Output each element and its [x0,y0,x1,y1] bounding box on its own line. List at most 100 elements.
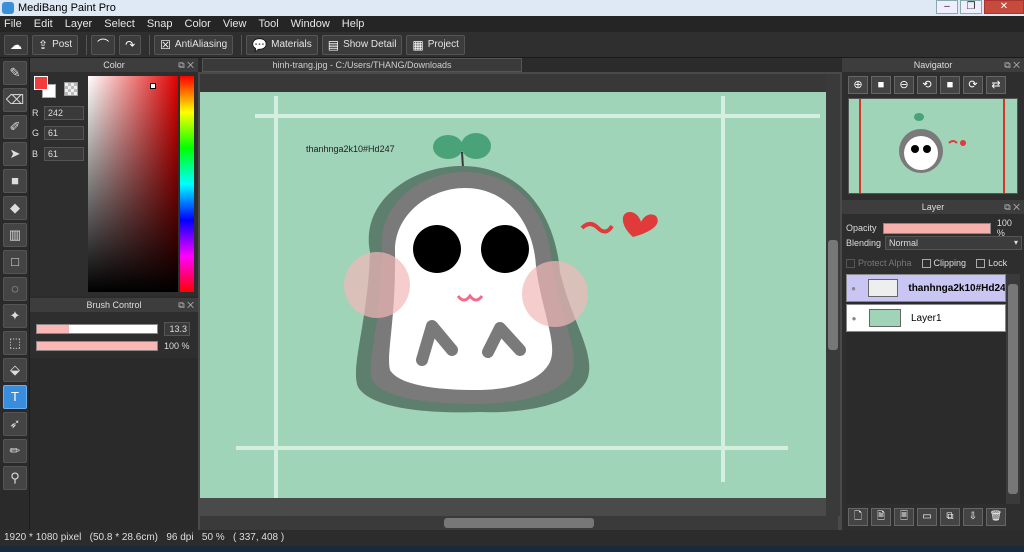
panel-close-icon[interactable]: ⧉ ✕ [1004,58,1020,72]
rect-select-tool-icon[interactable]: □ [3,250,27,274]
select-eraser-tool-icon[interactable]: ⬙ [3,358,27,382]
cloud-button[interactable]: ☁ [4,34,28,55]
gradient-tool-icon[interactable]: ▥ [3,223,27,247]
layer-opacity-row: Opacity 100 % [846,218,1022,238]
menu-snap[interactable]: Snap [147,18,173,30]
rotate-left-icon[interactable]: ⟲ [917,76,937,94]
menu-edit[interactable]: Edit [34,18,53,30]
operation-tool-icon[interactable]: ➶ [3,412,27,436]
new-8bit-layer-icon[interactable]: 🗏 [894,508,914,526]
lasso-tool-icon[interactable]: ◌ [3,277,27,301]
new-folder-icon[interactable]: ▭ [917,508,937,526]
magic-wand-tool-icon[interactable]: ✦ [3,304,27,328]
close-button[interactable]: ✕ [984,0,1024,14]
show-detail-button[interactable]: ▤ Show Detail [321,34,403,55]
navigator-preview[interactable] [848,98,1018,194]
layer-opacity-slider[interactable] [882,222,991,234]
reset-view-icon[interactable]: ■ [940,76,960,94]
blending-mode-select[interactable]: Normal ▾ [885,236,1022,250]
layer-item-text[interactable]: ● thanhnga2k10#Hd247 [846,274,1006,302]
fill-rect-tool-icon[interactable]: ■ [3,169,27,193]
green-row: G 61 [32,126,84,140]
zoom-out-icon[interactable]: ⊖ [894,76,914,94]
hue-slider[interactable] [180,76,194,292]
top-toolbar: ☁ ⇪ Post ⌒ ↷ ☒ AntiAliasing 💬 Materials ▤ Sh… [0,32,1024,58]
panel-close-icon[interactable]: ⧉ ✕ [178,58,194,72]
panel-close-icon[interactable]: ⧉ ✕ [178,298,194,312]
move-tool-icon[interactable]: ➤ [3,142,27,166]
menu-file[interactable]: File [4,18,22,30]
clipping-checkbox[interactable]: Clipping [921,258,966,268]
visibility-icon[interactable]: ● [847,284,860,293]
new-layer-icon[interactable]: 🗋 [848,508,868,526]
brush-tool-icon[interactable]: ✎ [3,61,27,85]
post-button[interactable]: ⇪ Post [32,34,79,55]
foreground-color-swatch[interactable] [34,76,48,90]
stroke-correction-button[interactable]: ⌒ [91,34,116,55]
layer-item-layer1[interactable]: ● Layer1 [846,304,1006,332]
menu-layer[interactable]: Layer [65,18,93,30]
red-value-field[interactable]: 242 [44,106,84,120]
materials-button[interactable]: 💬 Materials [246,34,318,55]
menu-view[interactable]: View [223,18,247,30]
vertical-scroll-thumb[interactable] [828,240,838,350]
text-tool-icon[interactable]: T [3,385,27,409]
menu-window[interactable]: Window [291,18,330,30]
maximize-button[interactable]: ❐ [960,0,982,14]
merge-down-icon[interactable]: ⇩ [963,508,983,526]
visibility-icon[interactable]: ● [847,314,861,323]
vertical-scrollbar[interactable] [826,74,840,516]
lock-checkbox[interactable]: Lock [976,258,1007,268]
rotate-right-icon[interactable]: ⟳ [963,76,983,94]
brush-opacity-slider[interactable] [36,341,158,351]
flip-horizontal-icon[interactable]: ⇄ [986,76,1006,94]
brush-control-header: Brush Control ⧉ ✕ [30,298,198,312]
saturation-value-picker[interactable] [88,76,178,292]
fit-icon[interactable]: ■ [871,76,891,94]
protect-alpha-checkbox[interactable]: Protect Alpha [846,258,912,268]
detail-icon: ▤ [327,37,340,52]
tilde-mark [580,222,614,234]
project-button[interactable]: ▦ Project [406,34,465,55]
layer-thumbnail [868,279,899,297]
horizontal-scrollbar[interactable] [200,516,838,530]
antialiasing-toggle[interactable]: ☒ AntiAliasing [154,34,234,55]
select-pen-tool-icon[interactable]: ⬚ [3,331,27,355]
menu-select[interactable]: Select [104,18,135,30]
menu-help[interactable]: Help [342,18,365,30]
layer-panel-title: Layer [921,202,945,212]
app-icon [2,2,14,14]
brush-size-slider[interactable] [36,324,158,334]
blending-label: Blending [846,238,882,248]
transparent-color-swatch[interactable] [64,82,78,96]
green-value-field[interactable]: 61 [44,126,84,140]
divide-tool-icon[interactable]: ✏ [3,439,27,463]
new-halftone-layer-icon[interactable]: 🗎 [871,508,891,526]
layer-list-scrollbar[interactable] [1006,274,1020,504]
duplicate-layer-icon[interactable]: ⧉ [940,508,960,526]
color-picker-handle[interactable] [150,83,156,89]
minimize-button[interactable]: – [936,0,958,14]
menu-color[interactable]: Color [185,18,211,30]
document-tab[interactable]: hinh-trang.jpg - C:/Users/THANG/Download… [202,58,522,72]
bucket-tool-icon[interactable]: ◆ [3,196,27,220]
blue-value-field[interactable]: 61 [44,147,84,161]
menu-tool[interactable]: Tool [258,18,278,30]
delete-layer-icon[interactable]: 🗑 [986,508,1006,526]
zoom-in-icon[interactable]: ⊕ [848,76,868,94]
horizontal-scroll-thumb[interactable] [444,518,594,528]
window-controls: – ❐ ✕ [934,0,1024,14]
panel-close-icon[interactable]: ⧉ ✕ [1004,200,1020,214]
color-panel: Color ⧉ ✕ R 242 G 61 B 61 [30,58,198,296]
title-bar: MediBang Paint Pro – ❐ ✕ [0,0,1024,16]
drawing-canvas[interactable]: thanhnga2k10#Hd247 [200,92,826,498]
layer-options-row: Protect Alpha Clipping Lock [846,258,1007,268]
brush-size-value[interactable]: 13.3 [164,322,190,336]
eraser-tool-icon[interactable]: ⌫ [3,88,27,112]
dot-brush-tool-icon[interactable]: ✐ [3,115,27,139]
stroke-correction-alt-button[interactable]: ↷ [119,34,142,55]
layer-scroll-thumb[interactable] [1008,284,1018,494]
eyedropper-tool-icon[interactable]: ⚲ [3,466,27,490]
navigator-toolbar: ⊕ ■ ⊖ ⟲ ■ ⟳ ⇄ [842,72,1024,98]
brush-opacity-row: 100 % [36,341,190,351]
